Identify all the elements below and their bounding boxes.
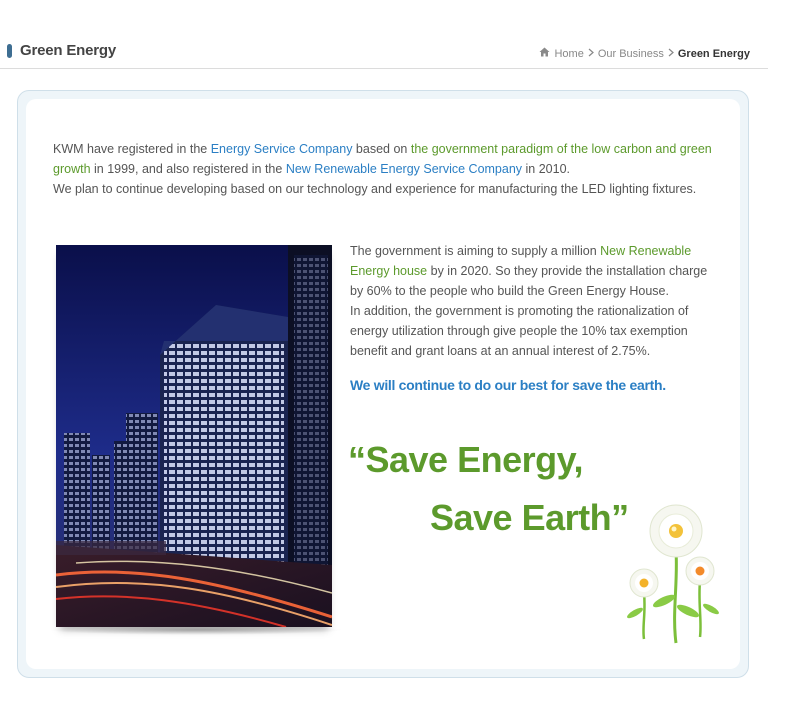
- chevron-right-icon: [668, 48, 674, 60]
- breadcrumb-our-business[interactable]: Our Business: [598, 48, 664, 60]
- intro-text-3: in 1999, and also registered in the: [90, 162, 286, 176]
- page-header: Green Energy Home Our Business Green Ene…: [0, 36, 768, 69]
- page-title: Green Energy: [20, 42, 116, 59]
- highlight-renewable-company: New Renewable Energy Service Company: [285, 162, 523, 176]
- body-text-1: The government is aiming to supply a mil…: [350, 244, 601, 258]
- title-marker: [7, 44, 12, 58]
- intro-text-4: in 2010.: [522, 162, 571, 176]
- commitment-text: We will continue to do our best for save…: [350, 377, 666, 393]
- intro-text-1: KWM have registered in the: [53, 142, 211, 156]
- highlight-energy-service-company: Energy Service Company: [210, 142, 353, 156]
- breadcrumb: Home Our Business Green Energy: [539, 47, 750, 60]
- breadcrumb-current: Green Energy: [677, 47, 750, 60]
- intro-text: KWM have registered in the Energy Servic…: [53, 139, 733, 199]
- breadcrumb-home[interactable]: Home: [554, 48, 583, 60]
- slogan-line-1: “Save Energy,: [348, 439, 583, 480]
- slogan-line-2: Save Earth”: [430, 497, 629, 538]
- home-icon[interactable]: [539, 47, 550, 60]
- chevron-right-icon: [588, 48, 594, 60]
- intro-text-5: We plan to continue developing based on …: [53, 182, 697, 196]
- body-text: The government is aiming to supply a mil…: [350, 241, 715, 361]
- content-panel: KWM have registered in the Energy Servic…: [17, 90, 749, 678]
- body-text-3: In addition, the government is promoting…: [350, 304, 689, 358]
- content-panel-inner: KWM have registered in the Energy Servic…: [26, 99, 740, 669]
- intro-text-2: based on: [352, 142, 411, 156]
- building-photo: [55, 245, 333, 628]
- flower-illustration: [626, 503, 726, 653]
